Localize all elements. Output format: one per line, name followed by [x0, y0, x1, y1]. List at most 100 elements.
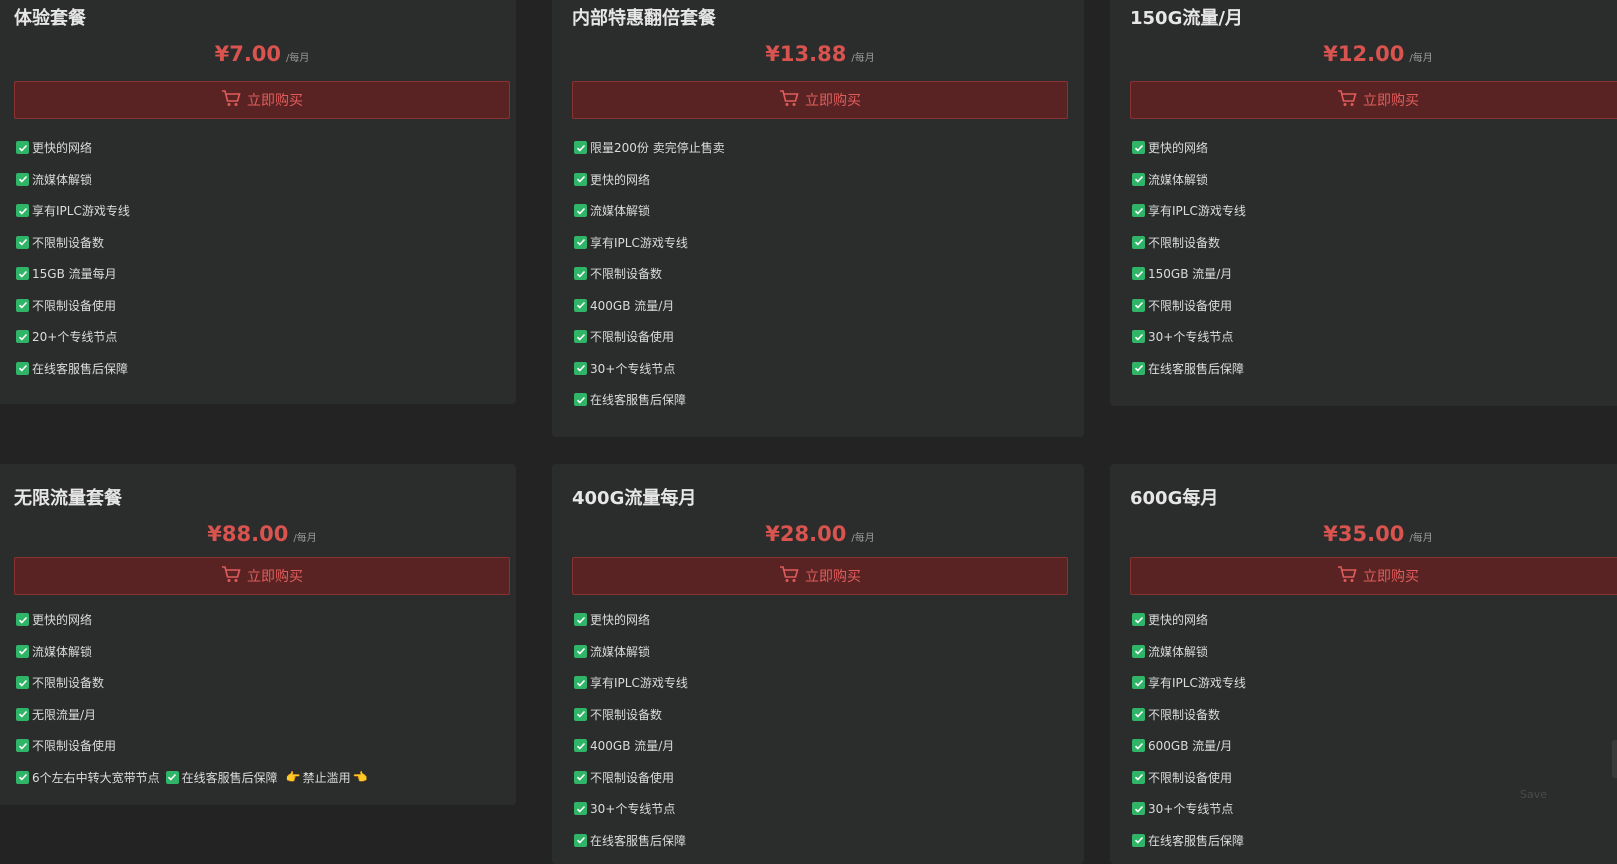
feature-item: 不限制设备使用: [574, 762, 688, 794]
checkbox-check-icon: [574, 802, 587, 816]
buy-label: 立即购买: [247, 569, 303, 585]
checkbox-check-icon: [574, 676, 587, 690]
price-unit: /每月: [1409, 533, 1433, 544]
checkbox-check-icon: [574, 361, 587, 375]
feature-text: 享有IPLC游戏专线: [590, 235, 688, 250]
feature-text: 流媒体解锁: [32, 644, 93, 659]
feature-text: 不限制设备数: [32, 676, 105, 691]
feature-item: 600GB 流量/月: [1132, 730, 1246, 762]
buy-label: 立即购买: [247, 93, 303, 109]
feature-text: 30+个专线节点: [590, 361, 676, 376]
checkbox-check-icon: [16, 298, 29, 312]
checkbox-check-icon: [574, 267, 587, 281]
checkbox-check-icon: [1132, 141, 1145, 155]
save-button[interactable]: Save: [1520, 788, 1547, 801]
feature-text: 在线客服售后保障: [181, 770, 278, 785]
feature-text: 更快的网络: [590, 172, 651, 187]
checkbox-check-icon: [574, 707, 587, 721]
feature-text: 15GB 流量每月: [32, 267, 117, 282]
feature-text: 20+个专线节点: [32, 330, 118, 345]
feature-text: 在线客服售后保障: [1148, 361, 1245, 376]
feature-text: 无限流量/月: [32, 707, 97, 722]
checkbox-check-icon: [1132, 707, 1145, 721]
checkbox-check-icon: [1132, 770, 1145, 784]
buy-now-button[interactable]: 立即购买: [1130, 81, 1617, 119]
feature-item: 更快的网络: [1132, 604, 1246, 636]
checkbox-check-icon: [574, 330, 587, 344]
feature-text: 不限制设备数: [590, 707, 663, 722]
buy-now-button[interactable]: 立即购买: [572, 81, 1068, 119]
feature-text: 流媒体解锁: [32, 172, 93, 187]
feature-text: 在线客服售后保障: [1148, 833, 1245, 848]
checkbox-check-icon: [574, 739, 587, 753]
feature-text: 不限制设备数: [32, 235, 105, 250]
checkbox-check-icon: [574, 298, 587, 312]
plan-price: ¥88.00: [207, 522, 289, 546]
feature-item: 更快的网络: [1132, 132, 1246, 164]
feature-list: 更快的网络 流媒体解锁 享有IPLC游戏专线 不限制设备数 600GB 流量/月…: [1132, 604, 1246, 856]
plan-title: 600G每月: [1130, 488, 1219, 509]
feature-text: 不限制设备数: [590, 267, 663, 282]
feature-text: 流媒体解锁: [590, 204, 651, 219]
checkbox-check-icon: [16, 613, 29, 627]
feature-item: 在线客服售后保障: [574, 825, 688, 857]
feature-text: 不限制设备使用: [32, 739, 117, 754]
feature-text: 6个左右中转大宽带节点: [32, 770, 160, 785]
buy-now-button[interactable]: 立即购买: [14, 557, 510, 595]
price-unit: /每月: [293, 533, 317, 544]
feature-item: 不限制设备使用: [1132, 762, 1246, 794]
cart-icon: [1337, 89, 1357, 111]
feature-item: 享有IPLC游戏专线: [1132, 195, 1246, 227]
side-scroll-handle[interactable]: [1612, 740, 1617, 778]
feature-item: 不限制设备使用: [574, 321, 725, 353]
feature-text: 享有IPLC游戏专线: [1148, 676, 1246, 691]
buy-now-button[interactable]: 立即购买: [572, 557, 1068, 595]
feature-item: 30+个专线节点: [574, 353, 725, 385]
checkbox-check-icon: [16, 739, 29, 753]
cart-icon: [221, 565, 241, 587]
feature-list: 更快的网络 流媒体解锁 享有IPLC游戏专线 不限制设备数 150GB 流量/月…: [1132, 132, 1246, 384]
checkbox-check-icon: [574, 644, 587, 658]
checkbox-check-icon: [574, 770, 587, 784]
pointing-right-icon: 👉: [285, 770, 301, 785]
price-row: ¥35.00/每月: [1130, 522, 1617, 546]
feature-text: 享有IPLC游戏专线: [32, 204, 130, 219]
feature-item: 在线客服售后保障: [1132, 825, 1246, 857]
checkbox-check-icon: [574, 235, 587, 249]
checkbox-check-icon: [574, 833, 587, 847]
cart-icon: [779, 89, 799, 111]
feature-item: 30+个专线节点: [574, 793, 688, 825]
plan-card-600g: 600G每月 ¥35.00/每月 立即购买 更快的网络 流媒体解锁 享有IPLC…: [1110, 464, 1617, 864]
checkbox-check-icon: [16, 204, 29, 218]
price-row: ¥88.00/每月: [14, 522, 510, 546]
feature-item: 在线客服售后保障: [1132, 353, 1246, 385]
feature-text: 享有IPLC游戏专线: [1148, 204, 1246, 219]
feature-item: 不限制设备数: [574, 699, 688, 731]
feature-item: 不限制设备数: [1132, 227, 1246, 259]
checkbox-check-icon: [16, 361, 29, 375]
feature-item: 6个左右中转大宽带节点 在线客服售后保障 👉 禁止滥用 👈: [16, 762, 370, 794]
buy-now-button[interactable]: 立即购买: [1130, 557, 1617, 595]
feature-text: 30+个专线节点: [1148, 330, 1234, 345]
buy-now-button[interactable]: 立即购买: [14, 81, 510, 119]
feature-list: 更快的网络 流媒体解锁 不限制设备数 无限流量/月 不限制设备使用 6个左右中转…: [16, 604, 370, 793]
feature-text: 更快的网络: [1148, 141, 1209, 156]
checkbox-check-icon: [1132, 235, 1145, 249]
checkbox-check-icon: [1132, 267, 1145, 281]
feature-text: 在线客服售后保障: [32, 361, 129, 376]
checkbox-check-icon: [1132, 676, 1145, 690]
plan-title: 无限流量套餐: [14, 488, 122, 509]
checkbox-check-icon: [1132, 644, 1145, 658]
checkbox-check-icon: [1132, 298, 1145, 312]
feature-item: 流媒体解锁: [574, 195, 725, 227]
checkbox-check-icon: [16, 267, 29, 281]
checkbox-check-icon: [1132, 802, 1145, 816]
plan-price: ¥35.00: [1323, 522, 1405, 546]
checkbox-check-icon: [1132, 361, 1145, 375]
checkbox-check-icon: [16, 235, 29, 249]
price-unit: /每月: [286, 53, 310, 64]
checkbox-check-icon: [574, 204, 587, 218]
feature-text: 不限制设备使用: [32, 298, 117, 313]
plan-card-internal-double: 内部特惠翻倍套餐 ¥13.88/每月 立即购买 限量200份 卖完停止售卖 更快…: [552, 0, 1084, 437]
checkbox-check-icon: [16, 676, 29, 690]
